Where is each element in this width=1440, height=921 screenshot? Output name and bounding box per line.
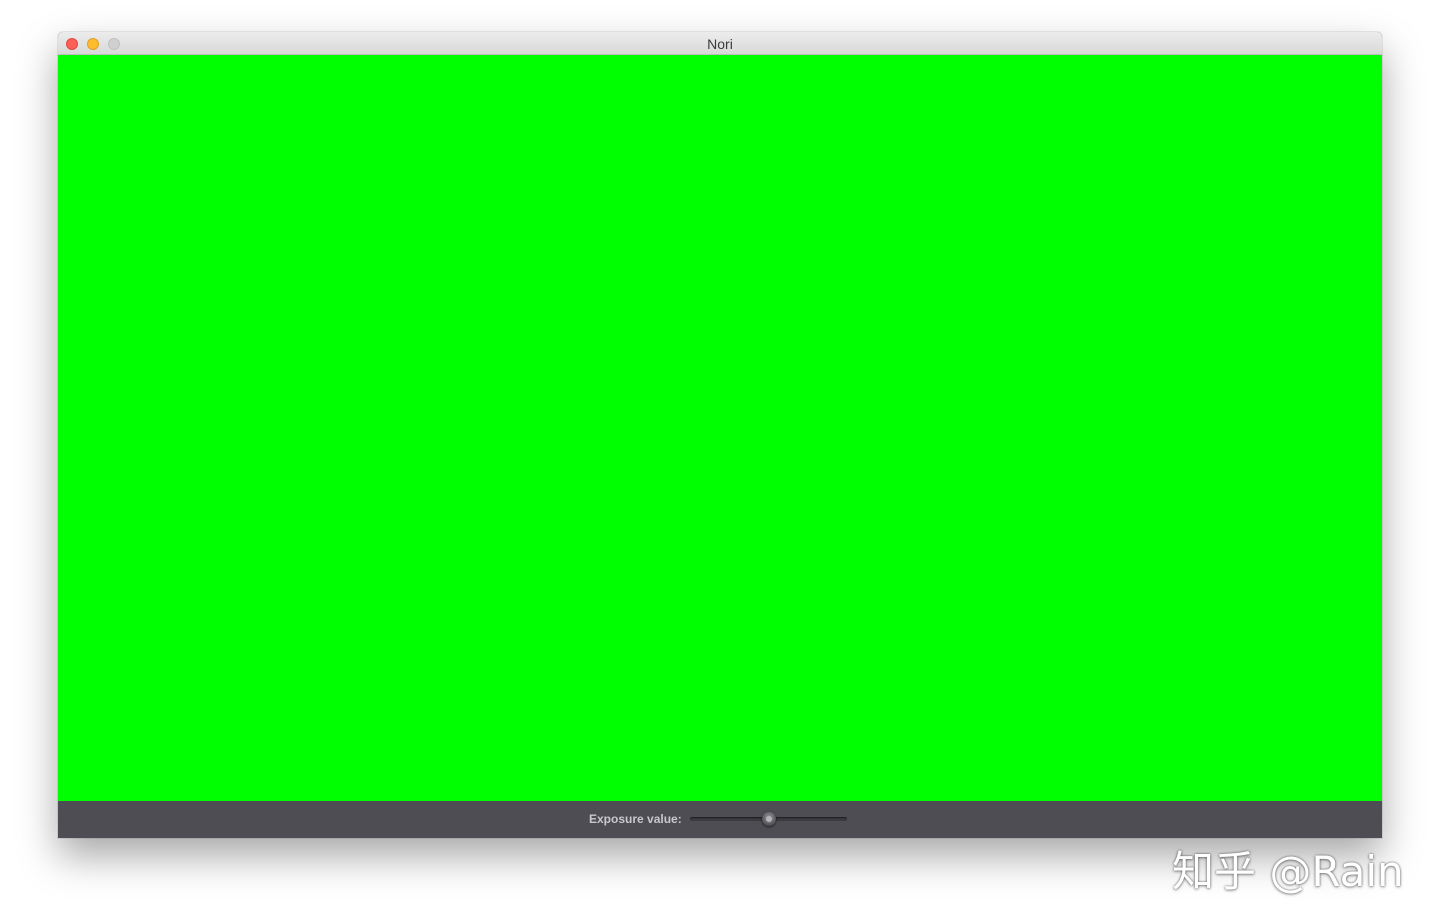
exposure-slider-knob[interactable] xyxy=(761,812,776,826)
exposure-bar: Exposure value: xyxy=(58,801,1382,838)
exposure-value-label: Exposure value: xyxy=(589,812,682,826)
watermark-text: 知乎 @Rain xyxy=(1172,847,1404,896)
app-window: Nori Exposure value: xyxy=(58,32,1382,838)
render-canvas xyxy=(58,55,1382,801)
window-title: Nori xyxy=(707,36,733,52)
exposure-slider[interactable] xyxy=(690,810,847,828)
title-bar[interactable]: Nori xyxy=(58,32,1382,55)
